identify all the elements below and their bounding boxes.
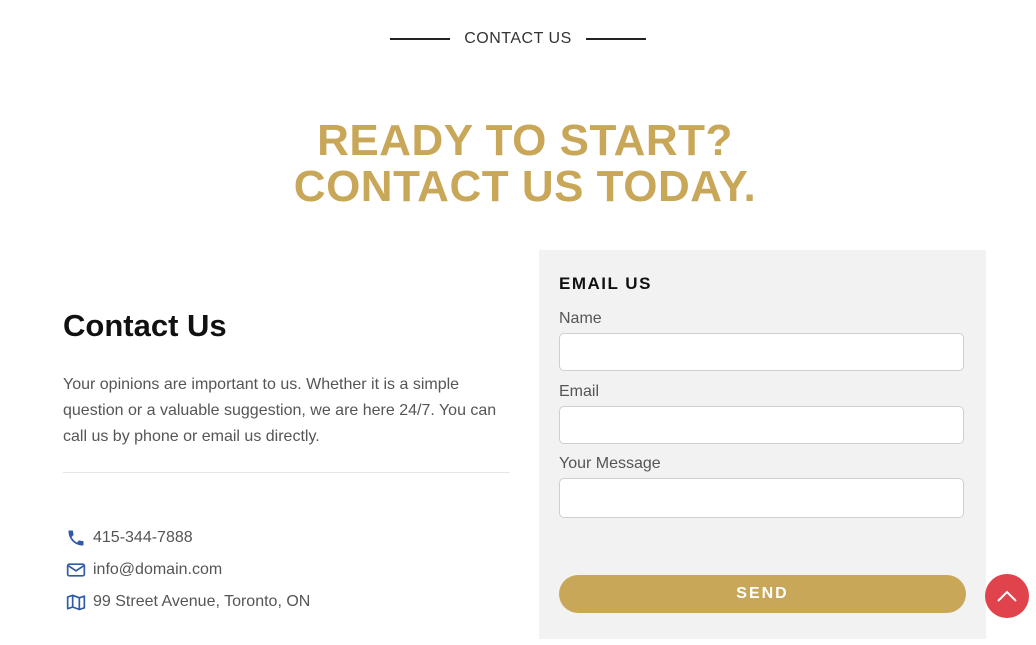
phone-icon [65,528,87,548]
eyebrow-text: CONTACT US [464,30,572,47]
phone-text: 415-344-7888 [93,529,193,546]
map-icon [65,592,87,612]
page-headline: READY TO START? CONTACT US TODAY. [0,118,1036,210]
email-form-panel: EMAIL US Name Email Your Message SEND [539,250,986,639]
contact-email[interactable]: info@domain.com [65,554,310,586]
envelope-icon [65,560,87,580]
name-label: Name [559,310,602,327]
scroll-to-top-button[interactable] [985,574,1029,618]
contact-list: 415-344-7888 info@domain.com 99 Street A… [65,522,310,618]
email-input[interactable] [559,406,964,444]
form-title: EMAIL US [559,274,652,293]
email-label: Email [559,383,600,400]
contact-address: 99 Street Avenue, Toronto, ON [65,586,310,618]
name-input[interactable] [559,333,964,371]
divider [63,472,510,473]
arrow-up-icon [997,590,1017,602]
send-button[interactable]: SEND [559,575,966,613]
contact-info-block: Contact Us Your opinions are important t… [63,306,510,450]
headline-line-1: READY TO START? [317,116,733,165]
contact-phone[interactable]: 415-344-7888 [65,522,310,554]
email-text: info@domain.com [93,561,223,578]
section-eyebrow: CONTACT US [0,28,1036,50]
message-input[interactable] [559,478,964,518]
contact-description: Your opinions are important to us. Wheth… [63,376,497,445]
headline-line-2: CONTACT US TODAY. [293,162,757,211]
eyebrow-line-right [585,38,646,40]
contact-title: Contact Us [63,308,227,343]
message-label: Your Message [559,455,661,472]
eyebrow-line-left [390,38,451,40]
address-text: 99 Street Avenue, Toronto, ON [93,593,311,610]
